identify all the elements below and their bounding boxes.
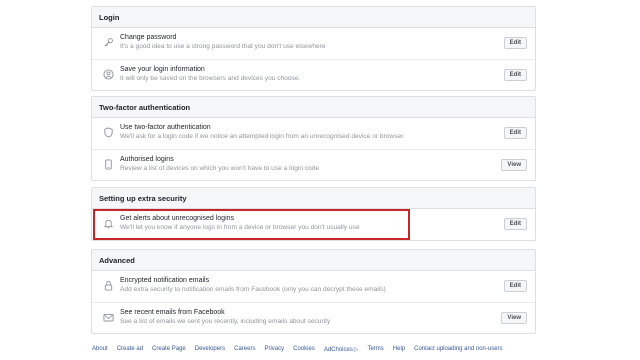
lock-icon — [103, 280, 114, 291]
footer-link-create-ad[interactable]: Create ad — [117, 346, 143, 353]
section-title: Login — [92, 7, 535, 28]
footer-link-create-page[interactable]: Create Page — [152, 346, 186, 353]
edit-button[interactable]: Edit — [503, 218, 527, 230]
bell-icon — [103, 218, 114, 229]
row-description: It will only be saved on the browsers an… — [120, 75, 301, 82]
key-icon — [103, 37, 114, 48]
edit-button[interactable]: Edit — [503, 280, 527, 292]
row-description: See a list of emails we sent you recentl… — [120, 318, 331, 325]
row-change-password: Change password It's a good idea to use … — [92, 28, 535, 59]
footer-links: About Create ad Create Page Developers C… — [92, 346, 512, 353]
row-title: Save your login information — [120, 66, 205, 73]
row-title: Change password — [120, 34, 177, 41]
row-title: Authorised logins — [120, 156, 174, 163]
row-authorised-logins: Authorised logins Review a list of devic… — [92, 149, 535, 180]
user-circle-icon — [103, 69, 114, 80]
row-title: Get alerts about unrecognised logins — [120, 215, 235, 222]
row-description: Add extra security to notification email… — [120, 286, 386, 293]
shield-icon — [103, 127, 114, 138]
section-title: Two-factor authentication — [92, 97, 535, 118]
footer-link-terms[interactable]: Terms — [367, 346, 383, 353]
footer-link-careers[interactable]: Careers — [234, 346, 255, 353]
row-description: Review a list of devices on which you wo… — [120, 165, 320, 172]
row-description: We'll ask for a login code if we notice … — [120, 133, 405, 140]
section-title: Advanced — [92, 250, 535, 271]
footer-link-contact-uploading[interactable]: Contact uploading and non-users — [414, 346, 502, 353]
footer-link-cookies[interactable]: Cookies — [293, 346, 315, 353]
footer-link-developers[interactable]: Developers — [195, 346, 225, 353]
phone-icon — [103, 159, 114, 170]
row-description: It's a good idea to use a strong passwor… — [120, 43, 326, 50]
section-title: Setting up extra security — [92, 188, 535, 209]
footer-link-help[interactable]: Help — [393, 346, 405, 353]
row-use-two-factor: Use two-factor authentication We'll ask … — [92, 118, 535, 149]
adchoices-label: AdChoices — [323, 347, 353, 353]
row-save-login: Save your login information It will only… — [92, 59, 535, 90]
section-extra-security: Setting up extra security Get alerts abo… — [91, 187, 536, 241]
footer-link-about[interactable]: About — [92, 346, 108, 353]
row-title: See recent emails from Facebook — [120, 309, 225, 316]
edit-button[interactable]: Edit — [503, 37, 527, 49]
row-title: Encrypted notification emails — [120, 277, 210, 284]
footer-link-adchoices[interactable]: AdChoices▷ — [324, 346, 359, 353]
edit-button[interactable]: Edit — [503, 127, 527, 139]
envelope-icon — [103, 312, 114, 323]
section-two-factor: Two-factor authentication Use two-factor… — [91, 96, 536, 181]
row-encrypted-emails: Encrypted notification emails Add extra … — [92, 271, 535, 302]
row-recent-emails: See recent emails from Facebook See a li… — [92, 302, 535, 333]
row-title: Use two-factor authentication — [120, 124, 211, 131]
view-button[interactable]: View — [501, 312, 527, 324]
edit-button[interactable]: Edit — [503, 69, 527, 81]
view-button[interactable]: View — [501, 159, 527, 171]
section-login: Login Change password It's a good idea t… — [91, 6, 536, 91]
footer-link-privacy[interactable]: Privacy — [264, 346, 284, 353]
adchoices-icon: ▷ — [353, 347, 359, 353]
row-login-alerts: Get alerts about unrecognised logins We'… — [92, 209, 535, 240]
section-advanced: Advanced Encrypted notification emails A… — [91, 249, 536, 334]
row-description: We'll let you know if anyone logs in fro… — [120, 224, 360, 231]
